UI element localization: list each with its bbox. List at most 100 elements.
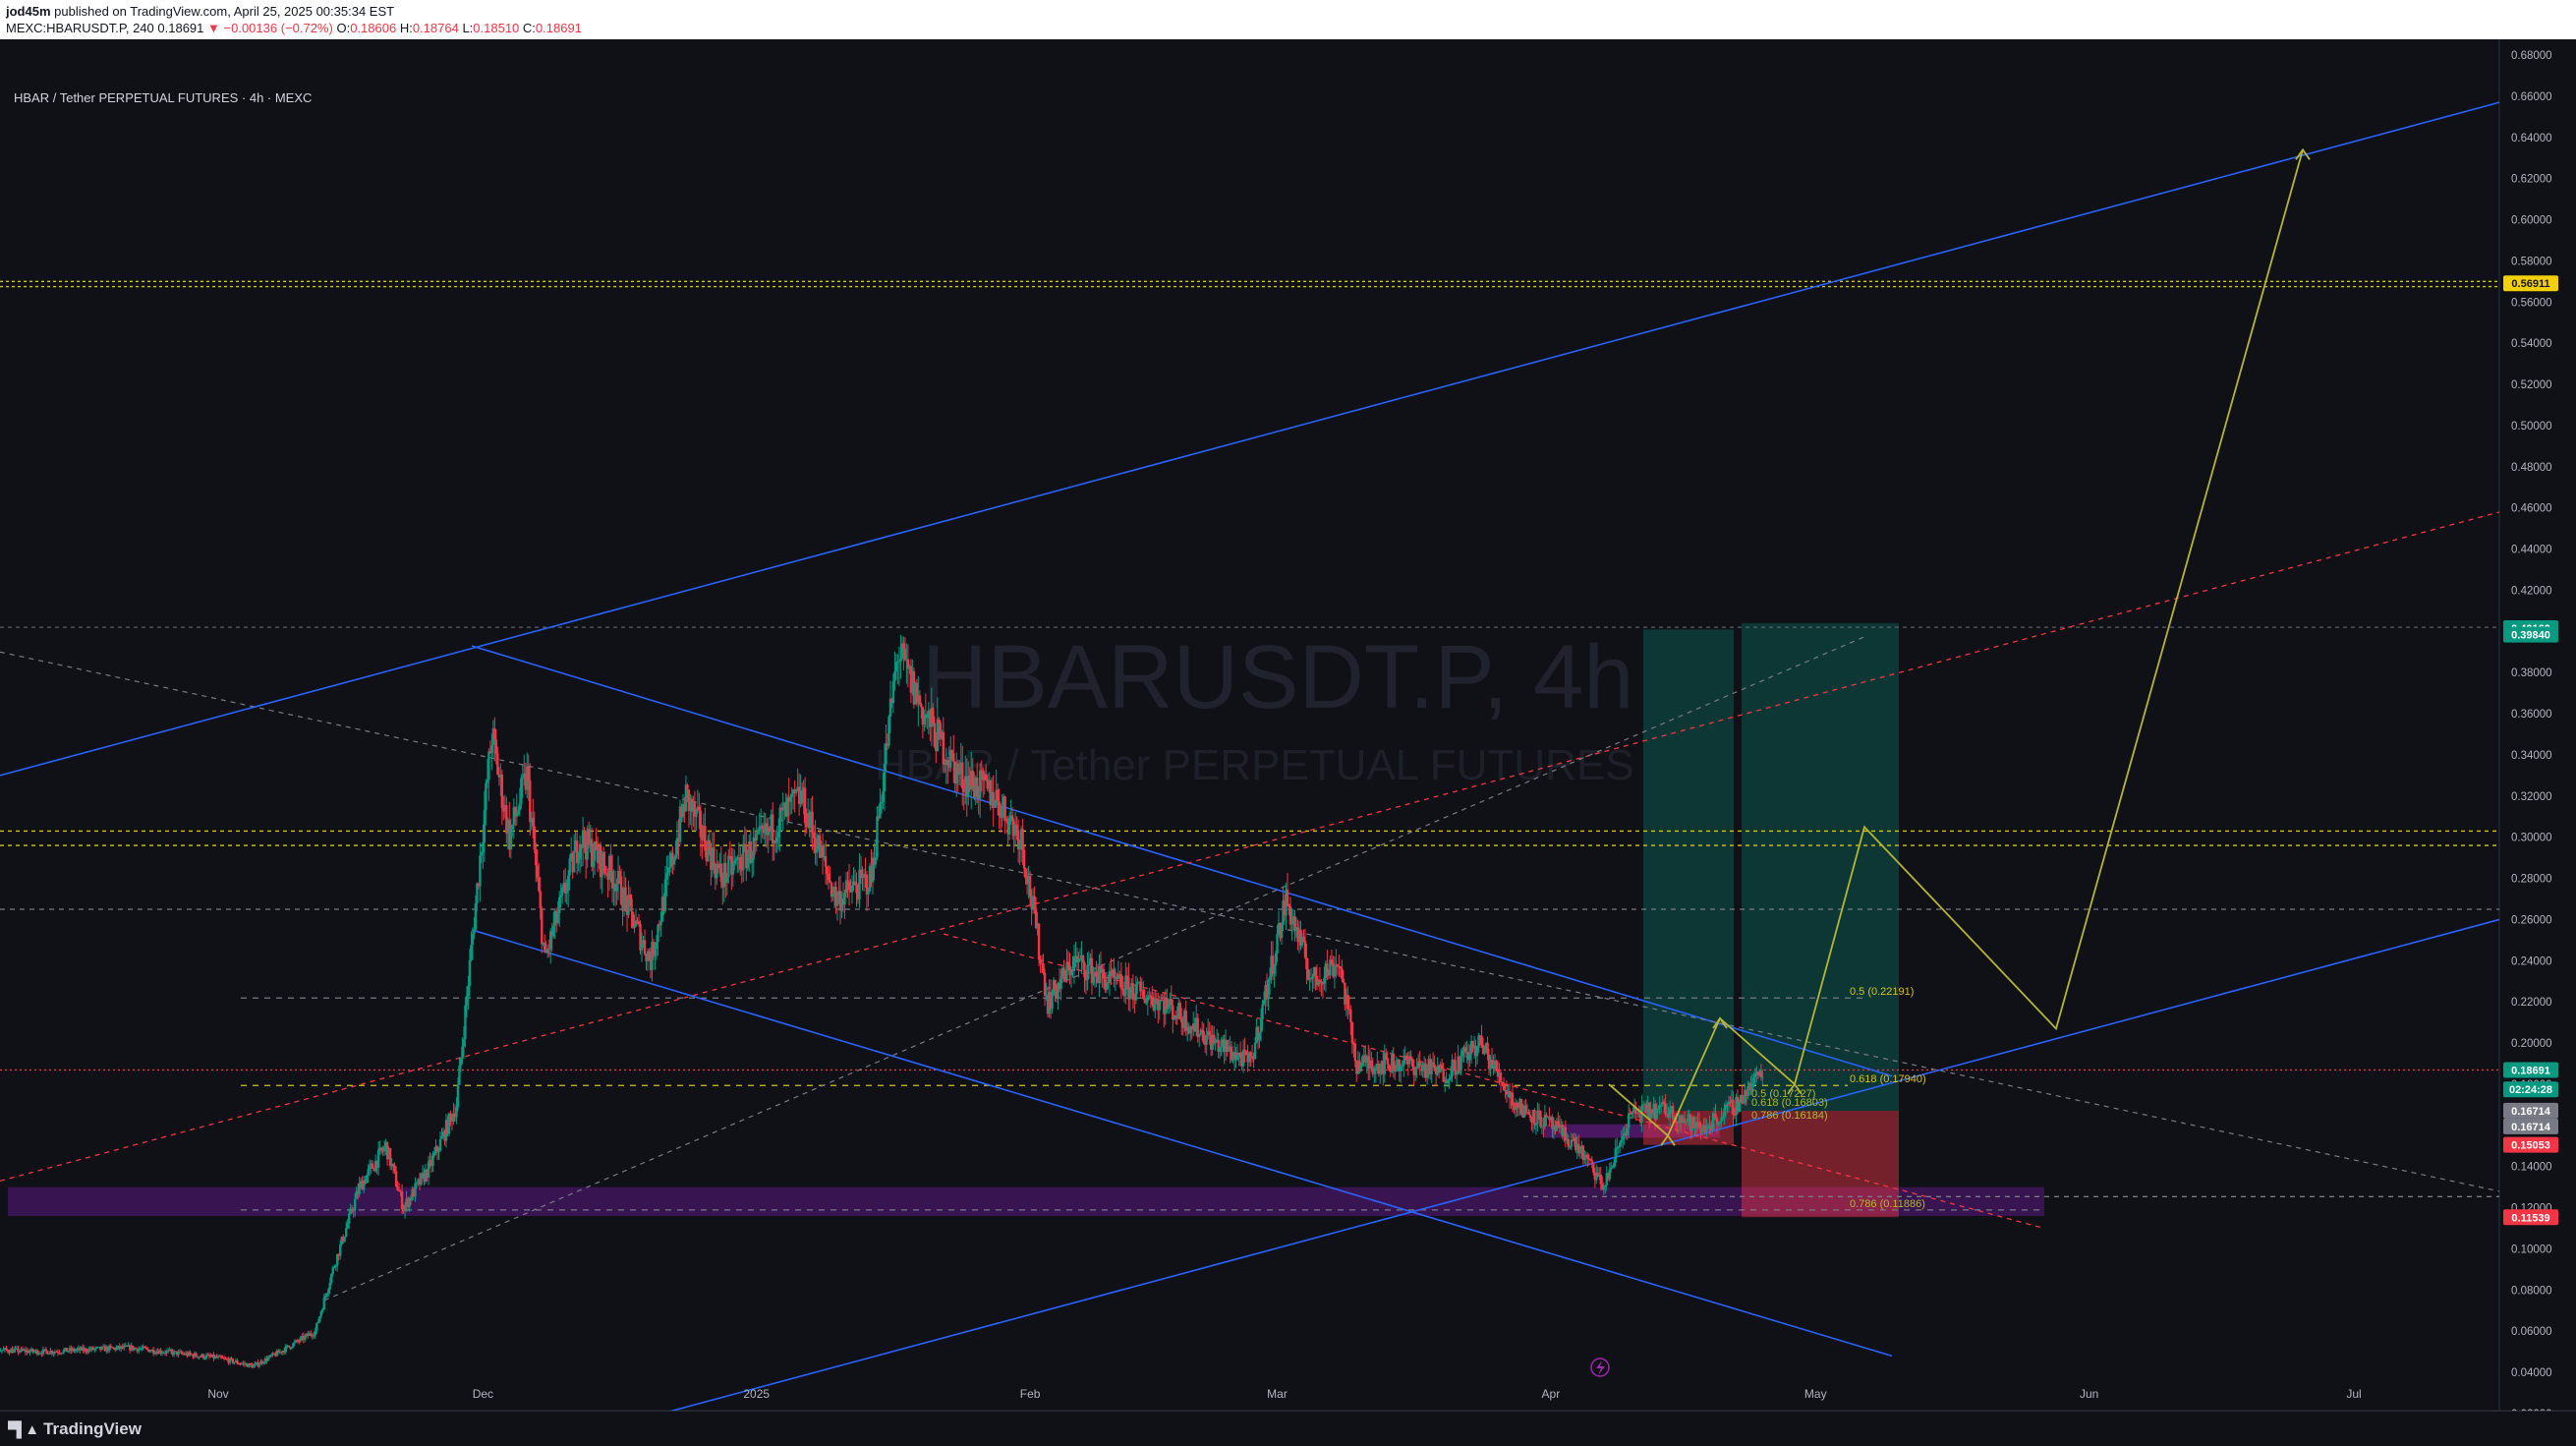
- candle-body-344: [449, 1114, 451, 1116]
- candle-body-297: [380, 1147, 382, 1150]
- candle-body-708: [985, 774, 987, 780]
- candle-body-220: [267, 1358, 269, 1360]
- candle-body-593: [816, 848, 818, 852]
- candle-body-81: [63, 1350, 65, 1353]
- candle-body-313: [404, 1205, 406, 1211]
- y-tick-24: 0.20000: [2511, 1038, 2552, 1050]
- candle-body-980: [1385, 1053, 1387, 1058]
- candle-body-972: [1373, 1070, 1375, 1074]
- candle-body-1043: [1477, 1035, 1479, 1046]
- candle-body-210: [253, 1365, 255, 1367]
- candle-body-255: [318, 1316, 320, 1322]
- candle-body-372: [490, 745, 492, 753]
- candle-body-690: [958, 772, 960, 774]
- candle-body-543: [742, 843, 744, 870]
- candle-body-366: [482, 842, 484, 852]
- candle-body-940: [1326, 963, 1328, 972]
- candle-body-311: [401, 1191, 403, 1209]
- open-value: 0.18606: [350, 21, 396, 35]
- candle-body-1207: [1719, 1123, 1721, 1124]
- candle-body-536: [732, 864, 734, 875]
- candle-body-1027: [1454, 1061, 1456, 1075]
- candle-body-856: [1202, 1031, 1204, 1043]
- candle-body-613: [845, 880, 847, 893]
- y-tick-1: 0.66000: [2511, 91, 2552, 103]
- candle-body-832: [1168, 1005, 1170, 1009]
- candle-body-556: [762, 826, 764, 829]
- publisher-name[interactable]: jod45m: [6, 4, 51, 19]
- candle-body-1216: [1732, 1100, 1734, 1115]
- candle-body-783: [1095, 971, 1097, 976]
- candle-body-208: [250, 1363, 252, 1364]
- candle-body-821: [1151, 997, 1153, 1005]
- candle-body-1031: [1460, 1057, 1461, 1071]
- chart-svg[interactable]: HBARUSDT.P, 4h HBAR / Tether PERPETUAL F…: [0, 39, 2576, 1416]
- candle-body-1034: [1464, 1047, 1466, 1052]
- y-tick-9: 0.50000: [2511, 421, 2552, 433]
- y-tick-12: 0.44000: [2511, 545, 2552, 556]
- candle-body-321: [416, 1183, 418, 1184]
- candle-body-1053: [1492, 1065, 1494, 1069]
- candle-body-873: [1228, 1051, 1230, 1052]
- candle-body-781: [1092, 973, 1094, 983]
- candle-body-405: [540, 891, 542, 908]
- candle-body-1042: [1476, 1046, 1478, 1056]
- price-label-2: 0.39840: [2511, 630, 2550, 642]
- candle-body-1120: [1591, 1161, 1593, 1164]
- candle-body-868: [1220, 1040, 1222, 1047]
- candle-body-287: [366, 1176, 368, 1184]
- chart-area[interactable]: HBARUSDT.P, 4h HBAR / Tether PERPETUAL F…: [0, 39, 2576, 1416]
- candle-body-628: [867, 892, 869, 895]
- candle-body-308: [396, 1186, 398, 1190]
- candle-body-199: [236, 1360, 238, 1363]
- candle-body-385: [510, 829, 512, 849]
- candle-body-491: [665, 873, 667, 879]
- candle-body-492: [667, 867, 669, 873]
- candle-body-901: [1269, 977, 1271, 980]
- candle-body-1210: [1723, 1109, 1725, 1117]
- candle-body-774: [1082, 955, 1084, 962]
- candle-body-925: [1304, 941, 1306, 957]
- candle-body-336: [437, 1151, 439, 1152]
- candle-body-808: [1132, 983, 1134, 999]
- candle-body-650: [899, 659, 901, 662]
- candle-body-639: [884, 764, 886, 791]
- candle-body-463: [624, 888, 626, 897]
- candle-body-538: [735, 859, 737, 861]
- candle-body-136: [143, 1347, 145, 1348]
- candle-body-1136: [1615, 1148, 1617, 1163]
- candle-body-408: [544, 943, 545, 951]
- candle-body-1139: [1619, 1143, 1621, 1147]
- candle-body-604: [831, 895, 833, 897]
- candle-body-1164: [1655, 1109, 1657, 1120]
- candle-body-620: [855, 885, 857, 894]
- symbol-line: MEXC:HBARUSDT.P, 240: [6, 21, 154, 35]
- candle-body-753: [1051, 995, 1053, 1009]
- candle-body-397: [528, 766, 530, 780]
- candle-body-653: [904, 649, 906, 660]
- candle-body-117: [116, 1348, 118, 1350]
- tradingview-brand[interactable]: ▀▌▲ TradingView: [8, 1419, 142, 1439]
- candle-body-441: [592, 861, 594, 867]
- candle-body-668: [926, 714, 928, 718]
- y-tick-8: 0.52000: [2511, 379, 2552, 391]
- candle-body-905: [1275, 954, 1277, 965]
- candle-body-550: [753, 838, 755, 859]
- candle-body-1055: [1495, 1061, 1497, 1070]
- candle-body-607: [836, 897, 838, 905]
- candle-body-553: [757, 831, 759, 834]
- candle-body-640: [885, 743, 887, 764]
- candle-body-379: [501, 775, 503, 808]
- y-tick-17: 0.34000: [2511, 750, 2552, 762]
- candle-body-597: [822, 845, 824, 857]
- candle-body-353: [463, 1039, 465, 1046]
- candle-body-40: [2, 1350, 4, 1351]
- candle-body-42: [5, 1348, 7, 1350]
- candle-body-913: [1287, 890, 1288, 904]
- candle-body-1105: [1569, 1146, 1571, 1147]
- candle-body-897: [1263, 1000, 1265, 1004]
- candle-body-60: [31, 1349, 33, 1352]
- candle-body-894: [1258, 1032, 1260, 1040]
- candle-body-275: [348, 1214, 350, 1224]
- candle-body-307: [395, 1171, 397, 1186]
